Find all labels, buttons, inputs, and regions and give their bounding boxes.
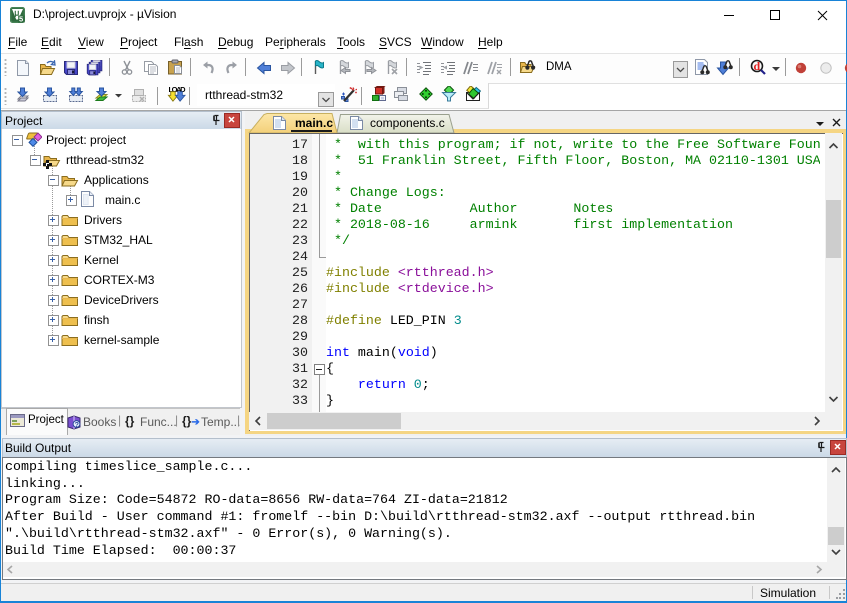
svg-text:components.c: components.c (370, 116, 445, 130)
svg-text:5: 5 (19, 15, 23, 23)
svg-text:?: ? (75, 422, 79, 429)
svg-text:main.c: main.c (295, 116, 333, 130)
